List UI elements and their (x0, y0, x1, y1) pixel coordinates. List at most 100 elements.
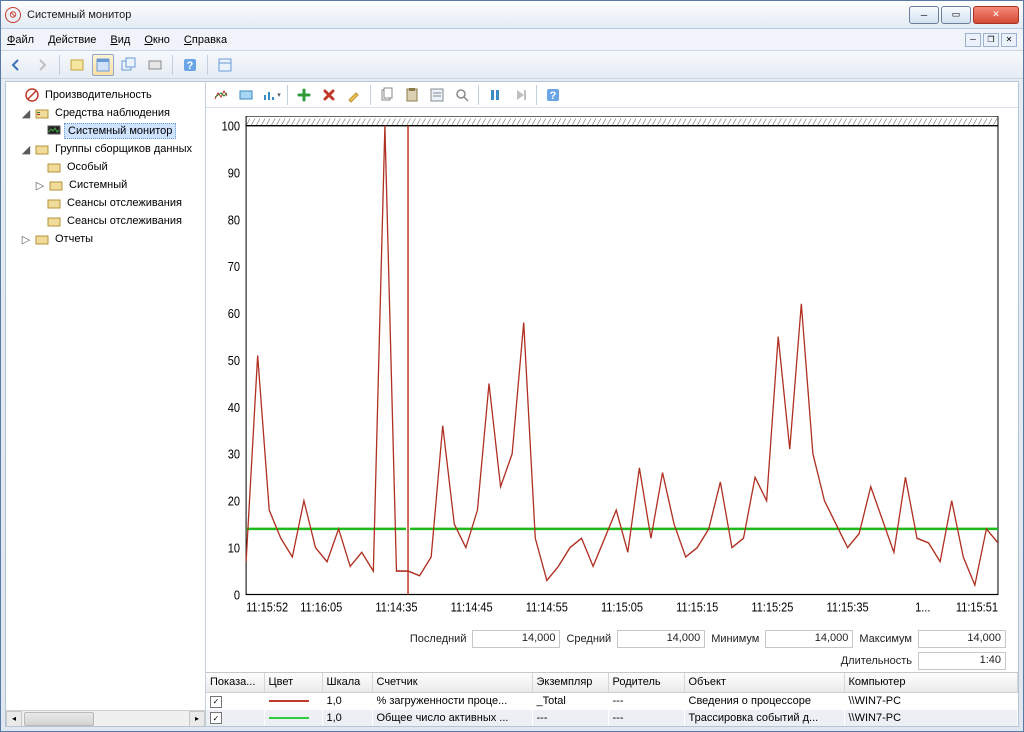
show-checkbox[interactable]: ✓ (210, 712, 222, 724)
mdi-restore-button[interactable]: ❐ (983, 33, 999, 47)
add-counter-button[interactable] (293, 84, 315, 106)
menu-action[interactable]: Действие (48, 34, 96, 46)
scroll-thumb[interactable] (24, 712, 94, 726)
col-instance[interactable]: Экземпляр (532, 673, 608, 693)
cell-counter: % загруженности проце... (372, 693, 532, 710)
col-color[interactable]: Цвет (264, 673, 322, 693)
show-checkbox[interactable]: ✓ (210, 696, 222, 708)
view-button[interactable] (214, 54, 236, 76)
mdi-minimize-button[interactable]: ─ (965, 33, 981, 47)
svg-text:20: 20 (228, 494, 240, 509)
help-chart-button[interactable]: ? (542, 84, 564, 106)
window-frame: ⦸ Системный монитор ─ ▭ ✕ Файл Действие … (0, 0, 1024, 732)
dur-value: 1:40 (918, 652, 1006, 670)
tree-tools[interactable]: ◢ Средства наблюдения (8, 104, 203, 122)
col-show[interactable]: Показа... (206, 673, 264, 693)
max-label: Максимум (859, 633, 912, 645)
main-pane: ▾ ? 010203040506070809010011:15:5211:16:… (206, 82, 1018, 726)
collapse-icon[interactable]: ◢ (20, 143, 32, 156)
new-window-button[interactable] (118, 54, 140, 76)
table-header-row[interactable]: Показа... Цвет Шкала Счетчик Экземпляр Р… (206, 673, 1018, 693)
dur-label: Длительность (841, 655, 912, 667)
highlight-button[interactable] (343, 84, 365, 106)
update-button[interactable] (509, 84, 531, 106)
col-scale[interactable]: Шкала (322, 673, 372, 693)
menu-view[interactable]: Вид (110, 34, 130, 46)
col-counter[interactable]: Счетчик (372, 673, 532, 693)
show-hide-tree-button[interactable] (66, 54, 88, 76)
scroll-right-button[interactable]: ▸ (189, 711, 205, 727)
max-value: 14,000 (918, 630, 1006, 648)
tree-trace1[interactable]: Сеансы отслеживания (8, 194, 203, 212)
tree-reports[interactable]: ▷ Отчеты (8, 230, 203, 248)
tree-collectors[interactable]: ◢ Группы сборщиков данных (8, 140, 203, 158)
table-row[interactable]: ✓1,0Общее число активных ...------Трасси… (206, 710, 1018, 727)
last-label: Последний (410, 633, 467, 645)
copy-button[interactable] (376, 84, 398, 106)
cell-scale: 1,0 (322, 693, 372, 710)
view-current-button[interactable] (210, 84, 232, 106)
expand-icon[interactable]: ▷ (20, 233, 32, 246)
menu-file[interactable]: Файл (7, 34, 34, 46)
cell-object: Трассировка событий д... (684, 710, 844, 727)
close-button[interactable]: ✕ (973, 6, 1019, 24)
cell-instance: _Total (532, 693, 608, 710)
color-swatch (269, 717, 309, 719)
color-swatch (269, 700, 309, 702)
expand-icon[interactable]: ▷ (34, 179, 46, 192)
collapse-icon[interactable]: ◢ (20, 107, 32, 120)
last-value: 14,000 (472, 630, 560, 648)
properties-button[interactable] (426, 84, 448, 106)
back-button[interactable] (5, 54, 27, 76)
minimize-button[interactable]: ─ (909, 6, 939, 24)
avg-label: Средний (566, 633, 611, 645)
svg-text:0: 0 (234, 587, 240, 602)
tree-trace2[interactable]: Сеансы отслеживания (8, 212, 203, 230)
freeze-button[interactable] (484, 84, 506, 106)
svg-text:11:15:51: 11:15:51 (956, 599, 998, 614)
tree-system[interactable]: ▷ Системный (8, 176, 203, 194)
avg-value: 14,000 (617, 630, 705, 648)
menu-window[interactable]: Окно (144, 34, 170, 46)
chart-toolbar: ▾ ? (206, 82, 1018, 108)
zoom-button[interactable] (451, 84, 473, 106)
folder-icon (46, 159, 62, 175)
chart-area[interactable]: 010203040506070809010011:15:5211:16:0511… (206, 108, 1018, 628)
navigation-tree: Производительность ◢ Средства наблюдения… (6, 82, 206, 726)
perf-icon (24, 87, 40, 103)
svg-text:30: 30 (228, 447, 240, 462)
min-label: Минимум (711, 633, 759, 645)
export-button[interactable] (144, 54, 166, 76)
view-type-button[interactable]: ▾ (260, 84, 282, 106)
performance-chart: 010203040506070809010011:15:5211:16:0511… (214, 116, 1006, 624)
maximize-button[interactable]: ▭ (941, 6, 971, 24)
mdi-close-button[interactable]: ✕ (1001, 33, 1017, 47)
svg-text:11:14:35: 11:14:35 (375, 599, 417, 614)
svg-text:80: 80 (228, 212, 240, 227)
titlebar[interactable]: ⦸ Системный монитор ─ ▭ ✕ (1, 1, 1023, 29)
scroll-left-button[interactable]: ◂ (6, 711, 22, 727)
col-parent[interactable]: Родитель (608, 673, 684, 693)
tree-root[interactable]: Производительность (8, 86, 203, 104)
cell-computer: \\WIN7-PC (844, 710, 1018, 727)
forward-button[interactable] (31, 54, 53, 76)
table-row[interactable]: ✓1,0% загруженности проце..._Total---Све… (206, 693, 1018, 710)
col-object[interactable]: Объект (684, 673, 844, 693)
paste-button[interactable] (401, 84, 423, 106)
tree-system-monitor[interactable]: Системный монитор (8, 122, 203, 140)
view-graph-button[interactable] (235, 84, 257, 106)
properties-button[interactable] (92, 54, 114, 76)
svg-text:?: ? (187, 60, 194, 72)
svg-text:11:15:25: 11:15:25 (751, 599, 793, 614)
remove-counter-button[interactable] (318, 84, 340, 106)
col-computer[interactable]: Компьютер (844, 673, 1018, 693)
svg-text:70: 70 (228, 259, 240, 274)
tree-custom[interactable]: Особый (8, 158, 203, 176)
svg-text:40: 40 (228, 400, 240, 415)
cell-parent: --- (608, 693, 684, 710)
help-button[interactable]: ? (179, 54, 201, 76)
svg-text:?: ? (550, 90, 557, 102)
svg-text:50: 50 (228, 353, 240, 368)
menu-help[interactable]: Справка (184, 34, 227, 46)
tree-scrollbar-horizontal[interactable]: ◂ ▸ (6, 710, 205, 726)
